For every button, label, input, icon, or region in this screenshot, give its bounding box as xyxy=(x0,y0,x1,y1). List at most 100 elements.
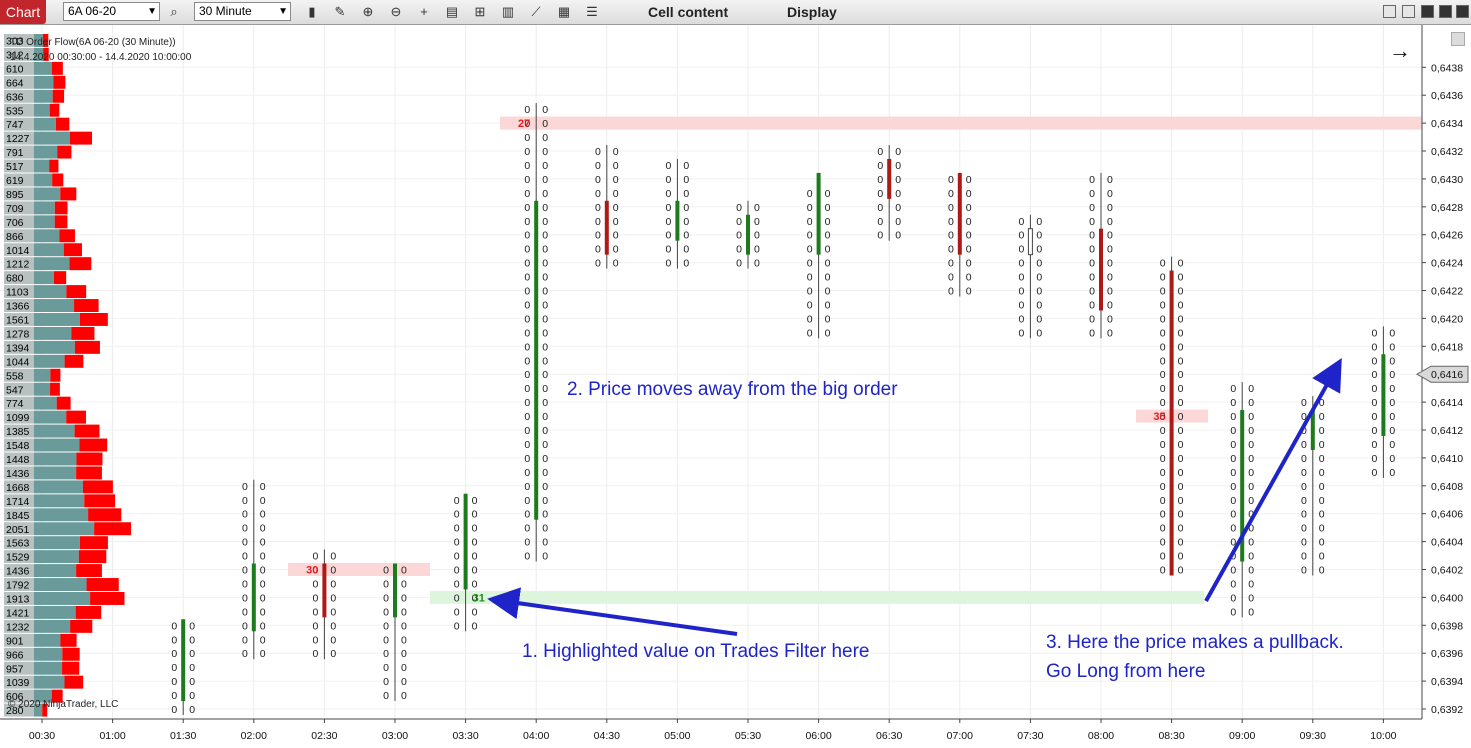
cell-ask: 0 xyxy=(1036,244,1042,256)
profile-bar-sell xyxy=(94,522,131,536)
profile-value: 636 xyxy=(6,91,24,103)
cell-bid: 0 xyxy=(524,327,530,339)
profile-value: 547 xyxy=(6,384,24,396)
cell-ask: 0 xyxy=(1319,523,1325,535)
cell-bid: 0 xyxy=(524,160,530,172)
cell-bid: 0 xyxy=(1301,565,1307,577)
cell-ask: 0 xyxy=(1178,551,1184,563)
bar-body xyxy=(534,200,539,520)
price-label: 0,6426 xyxy=(1431,230,1463,242)
cell-ask: 0 xyxy=(683,174,689,186)
profile-bar-sell xyxy=(74,340,100,354)
zoom-out-icon[interactable]: ⊖ xyxy=(387,3,405,21)
cell-bid: 0 xyxy=(383,578,389,590)
profile-bar-buy xyxy=(34,424,75,438)
cell-ask: 0 xyxy=(613,146,619,158)
profile-value: 1227 xyxy=(6,133,30,145)
bar-body xyxy=(746,214,750,255)
profile-bar-buy xyxy=(34,368,51,382)
cell-ask: 0 xyxy=(472,523,478,535)
time-label: 04:00 xyxy=(523,730,549,742)
profile-value: 1792 xyxy=(6,580,30,592)
pencil-icon[interactable]: ✎ xyxy=(331,3,349,21)
scroll-button[interactable] xyxy=(1451,32,1465,46)
cell-bid: 0 xyxy=(1019,244,1025,256)
price-label: 0,6392 xyxy=(1431,704,1463,716)
cell-bid: 0 xyxy=(1089,313,1095,325)
cell-bid: 0 xyxy=(524,369,530,381)
highlight-band xyxy=(430,590,1204,604)
chart-tab[interactable]: Chart xyxy=(0,0,46,24)
cell-bid: 0 xyxy=(1019,258,1025,270)
instrument-select[interactable]: 6A 06-20 ▼ xyxy=(63,2,160,21)
cell-bid: 0 xyxy=(524,341,530,353)
window-restore-left-icon[interactable] xyxy=(1402,5,1415,18)
maximize-icon[interactable] xyxy=(1439,5,1452,18)
cell-ask: 0 xyxy=(330,606,336,618)
interval-select[interactable]: 30 Minute ▼ xyxy=(194,2,291,21)
search-icon[interactable]: ⌕ xyxy=(165,3,183,21)
cell-bid: 0 xyxy=(171,620,177,632)
cell-ask: 0 xyxy=(895,216,901,228)
profile-bar-sell xyxy=(74,424,100,438)
cell-ask: 0 xyxy=(542,551,548,563)
profile-bar-buy xyxy=(34,257,70,271)
cell-bid: 0 xyxy=(1160,313,1166,325)
cell-ask: 0 xyxy=(1178,383,1184,395)
cell-bid: 0 xyxy=(736,202,742,214)
indicator-title: TD Order Flow(6A 06-20 (30 Minute)) xyxy=(10,37,176,48)
cell-content-menu[interactable]: Cell content xyxy=(648,4,728,20)
cell-bid: 0 xyxy=(1160,286,1166,298)
zoom-in-icon[interactable]: ⊕ xyxy=(359,3,377,21)
cell-bid: 0 xyxy=(524,313,530,325)
indicators-icon[interactable]: ⟋ xyxy=(527,3,545,21)
cell-ask: 0 xyxy=(683,202,689,214)
profile-bar-sell xyxy=(79,536,108,550)
minimize-icon[interactable] xyxy=(1421,5,1434,18)
cell-bid: 0 xyxy=(1372,439,1378,451)
profile-bar-buy xyxy=(34,647,63,661)
profile-bar-sell xyxy=(76,466,102,480)
cell-bid: 0 xyxy=(807,286,813,298)
profile-bar-sell xyxy=(55,117,70,131)
profile-bar-buy xyxy=(34,410,67,424)
strategy-icon[interactable]: ▥ xyxy=(499,3,517,21)
profile-bar-sell xyxy=(64,675,84,689)
data-box-icon[interactable]: ▤ xyxy=(443,3,461,21)
cell-bid: 0 xyxy=(1372,383,1378,395)
profile-value: 1563 xyxy=(6,538,30,550)
cell-ask: 0 xyxy=(1319,411,1325,423)
cell-bid: 0 xyxy=(383,662,389,674)
price-label: 0,6420 xyxy=(1431,313,1463,325)
display-menu[interactable]: Display xyxy=(787,4,837,20)
window-tile-icon[interactable] xyxy=(1383,5,1396,18)
cell-bid: 0 xyxy=(454,523,460,535)
bar-chart-icon[interactable]: ▮ xyxy=(303,3,321,21)
profile-value: 1103 xyxy=(6,287,29,299)
chart-style-icon[interactable]: ▦ xyxy=(555,3,573,21)
cell-ask: 0 xyxy=(330,551,336,563)
cell-ask: 0 xyxy=(1389,397,1395,409)
annotation-3-line2: Go Long from here xyxy=(1046,661,1206,682)
arrow-right-icon[interactable]: → xyxy=(1389,38,1411,64)
list-icon[interactable]: ☰ xyxy=(583,3,601,21)
cell-ask: 0 xyxy=(895,146,901,158)
cell-ask: 0 xyxy=(542,188,548,200)
cell-bid: 0 xyxy=(877,216,883,228)
cell-ask: 0 xyxy=(683,230,689,242)
profile-value: 1212 xyxy=(6,259,30,271)
cell-bid: 0 xyxy=(242,551,248,563)
bar-body xyxy=(816,172,821,255)
cell-ask: 0 xyxy=(1107,244,1113,256)
profile-value: 791 xyxy=(6,147,24,159)
cell-ask: 0 xyxy=(330,648,336,660)
cell-ask: 0 xyxy=(683,258,689,270)
crosshair-icon[interactable]: + xyxy=(415,3,433,21)
properties-icon[interactable]: ⊞ xyxy=(471,3,489,21)
instrument-value: 6A 06-20 xyxy=(68,4,117,18)
cell-ask: 0 xyxy=(1178,313,1184,325)
profile-value: 1278 xyxy=(6,328,30,340)
cell-ask: 0 xyxy=(1178,481,1184,493)
close-icon[interactable] xyxy=(1456,5,1469,18)
cell-bid: 0 xyxy=(242,495,248,507)
